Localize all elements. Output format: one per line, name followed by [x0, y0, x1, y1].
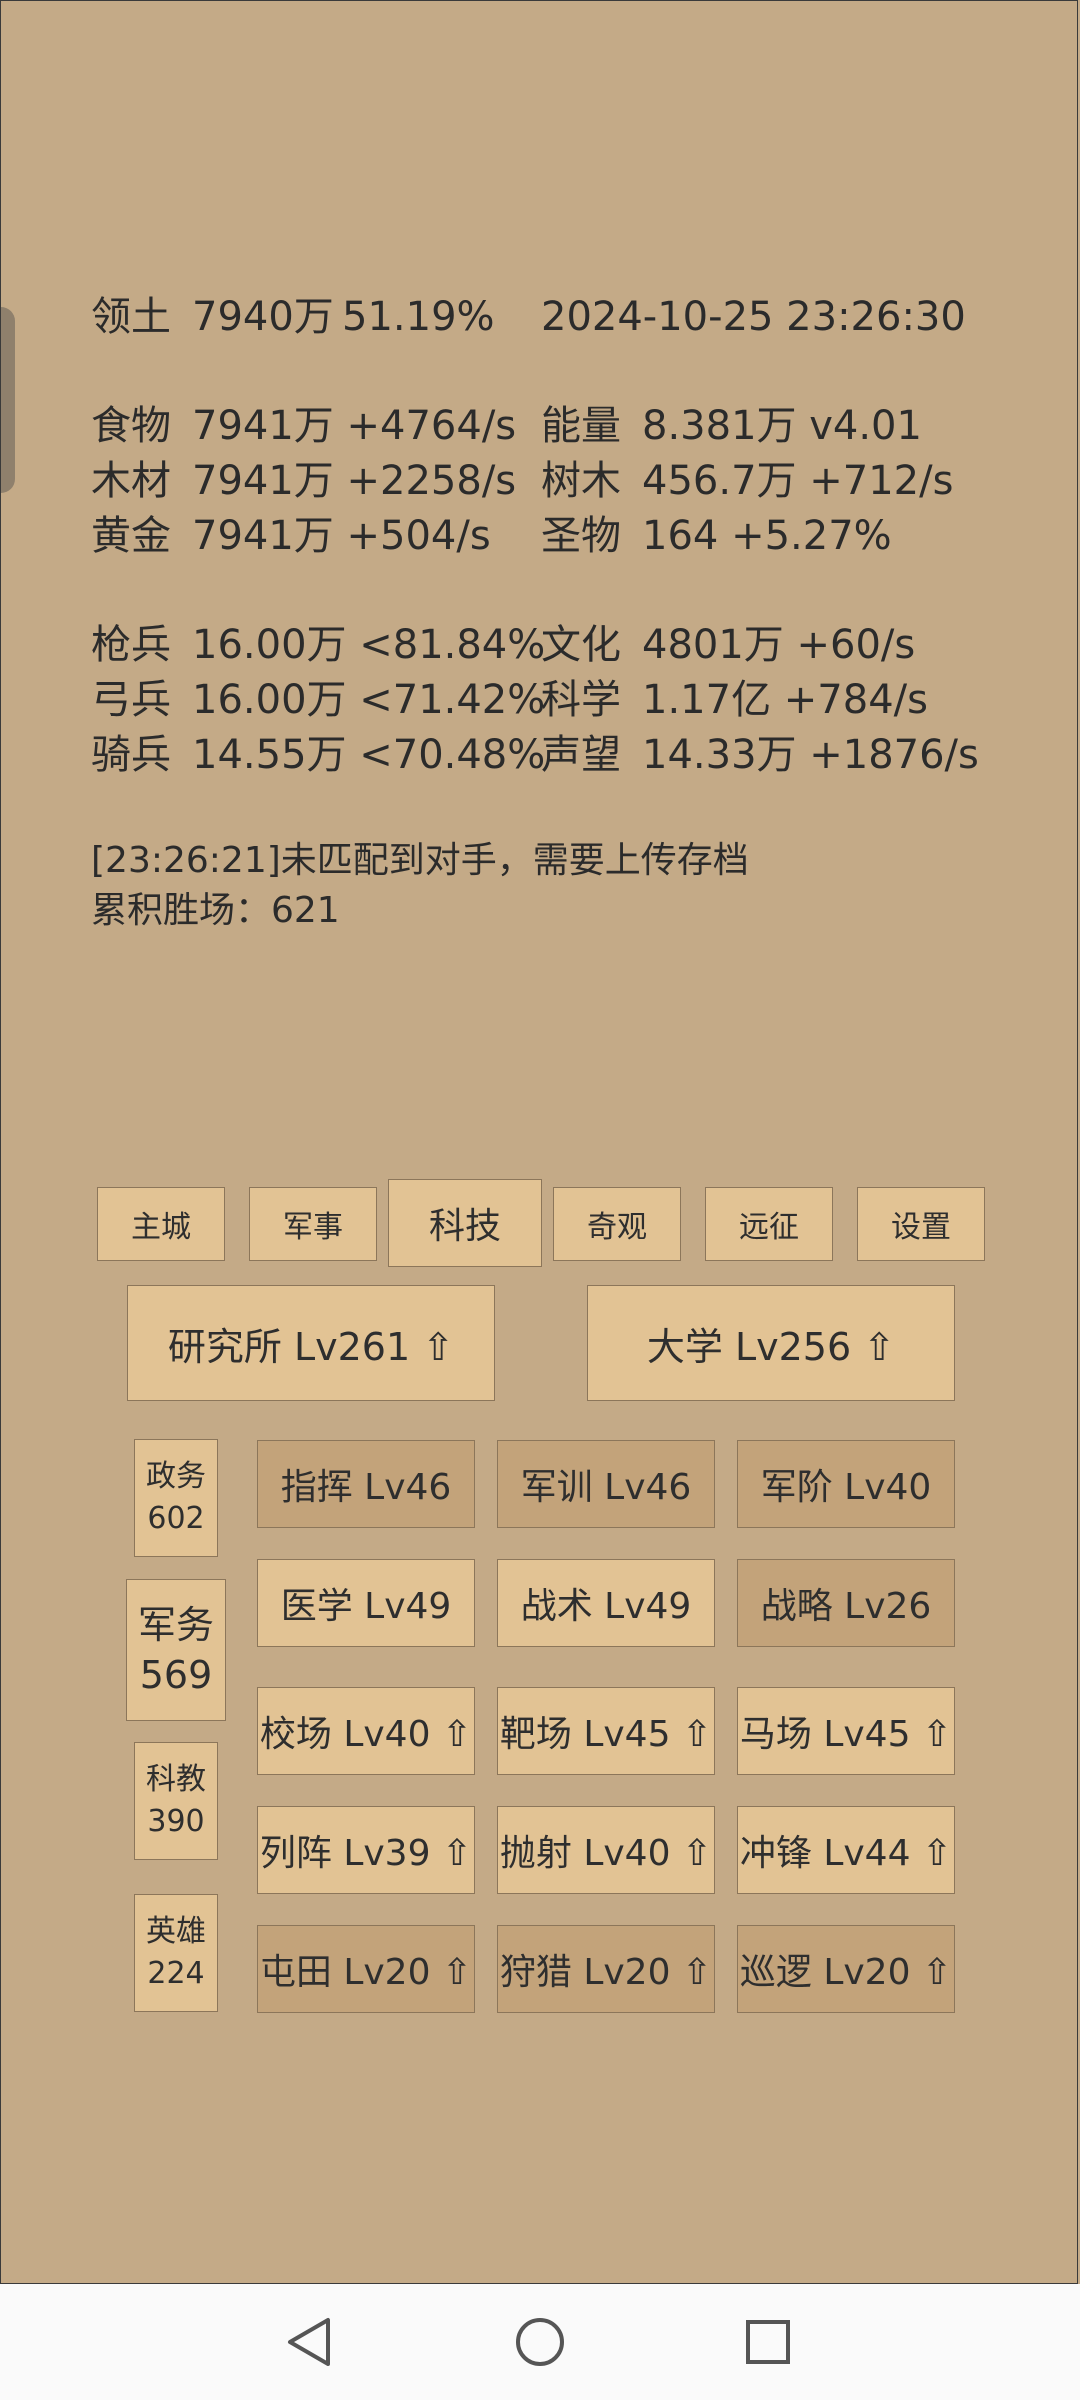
tech-projectile[interactable]: 抛射 Lv40 ⇧ [497, 1806, 715, 1894]
spearmen-label: 枪兵 [91, 622, 171, 668]
category-heroes[interactable]: 英雄 224 [134, 1894, 218, 2012]
tab-military[interactable]: 军事 [249, 1187, 377, 1261]
recents-icon[interactable] [728, 2284, 808, 2400]
science-value: 1.17亿 +784/s [642, 677, 928, 723]
culture-value: 4801万 +60/s [642, 622, 916, 668]
category-education-name: 科教 [146, 1762, 206, 1797]
spearmen-value: 16.00万 <81.84% [192, 622, 546, 668]
science-label: 科学 [541, 677, 621, 723]
tech-tactics[interactable]: 战术 Lv49 [497, 1559, 715, 1647]
category-politics[interactable]: 政务 602 [134, 1439, 218, 1557]
trees-value: 456.7万 +712/s [642, 458, 954, 504]
wood-value: 7941万 +2258/s [192, 458, 517, 504]
tab-wonders[interactable]: 奇观 [553, 1187, 681, 1261]
tab-technology[interactable]: 科技 [388, 1179, 542, 1267]
relics-value: 164 +5.27% [642, 513, 892, 559]
cavalry-value: 14.55万 <70.48% [192, 732, 546, 778]
gold-value: 7941万 +504/s [192, 513, 491, 559]
tab-main-city[interactable]: 主城 [97, 1187, 225, 1261]
category-education[interactable]: 科教 390 [134, 1742, 218, 1860]
category-military-affairs-value: 569 [139, 1653, 213, 1697]
relics-label: 圣物 [541, 513, 621, 559]
category-heroes-value: 224 [147, 1956, 205, 1991]
tech-formation[interactable]: 列阵 Lv39 ⇧ [257, 1806, 475, 1894]
log-message: [23:26:21]未匹配到对手，需要上传存档 [91, 840, 749, 881]
tech-shooting-range[interactable]: 靶场 Lv45 ⇧ [497, 1687, 715, 1775]
university-upgrade-button[interactable]: 大学 Lv256 ⇧ [587, 1285, 955, 1401]
culture-label: 文化 [541, 622, 621, 668]
prestige-value: 14.33万 +1876/s [642, 732, 979, 778]
food-value: 7941万 +4764/s [192, 403, 517, 449]
gold-label: 黄金 [91, 513, 171, 559]
institute-upgrade-button[interactable]: 研究所 Lv261 ⇧ [127, 1285, 495, 1401]
tab-settings[interactable]: 设置 [857, 1187, 985, 1261]
home-icon[interactable] [500, 2284, 580, 2400]
back-icon[interactable] [270, 2284, 350, 2400]
food-label: 食物 [91, 403, 171, 449]
category-politics-name: 政务 [146, 1459, 206, 1494]
category-education-value: 390 [147, 1804, 205, 1839]
tech-charge[interactable]: 冲锋 Lv44 ⇧ [737, 1806, 955, 1894]
system-navigation-bar [0, 2284, 1080, 2400]
territory-value: 7940万 [192, 294, 334, 340]
tech-military-rank[interactable]: 军阶 Lv40 [737, 1440, 955, 1528]
tech-patrol[interactable]: 巡逻 Lv20 ⇧ [737, 1925, 955, 2013]
archers-label: 弓兵 [91, 677, 171, 723]
category-heroes-name: 英雄 [146, 1914, 206, 1949]
tech-drill-ground[interactable]: 校场 Lv40 ⇧ [257, 1687, 475, 1775]
tech-hunting[interactable]: 狩猎 Lv20 ⇧ [497, 1925, 715, 2013]
category-military-affairs[interactable]: 军务 569 [126, 1579, 226, 1721]
side-drawer-handle[interactable] [1, 307, 15, 493]
tab-expedition[interactable]: 远征 [705, 1187, 833, 1261]
territory-label: 领土 [91, 294, 171, 340]
energy-value: 8.381万 v4.01 [642, 403, 922, 449]
tech-medicine[interactable]: 医学 Lv49 [257, 1559, 475, 1647]
tech-farming[interactable]: 屯田 Lv20 ⇧ [257, 1925, 475, 2013]
prestige-label: 声望 [541, 732, 621, 778]
tech-command[interactable]: 指挥 Lv46 [257, 1440, 475, 1528]
tech-stables[interactable]: 马场 Lv45 ⇧ [737, 1687, 955, 1775]
cavalry-label: 骑兵 [91, 732, 171, 778]
territory-percent: 51.19% [342, 294, 495, 340]
energy-label: 能量 [541, 403, 621, 449]
category-politics-value: 602 [147, 1501, 205, 1536]
tech-military-training[interactable]: 军训 Lv46 [497, 1440, 715, 1528]
trees-label: 树木 [541, 458, 621, 504]
archers-value: 16.00万 <71.42% [192, 677, 546, 723]
game-screen: 领土 7940万 51.19% 2024-10-25 23:26:30 食物 7… [0, 0, 1078, 2284]
tech-strategy[interactable]: 战略 Lv26 [737, 1559, 955, 1647]
win-count: 累积胜场：621 [91, 890, 340, 931]
datetime: 2024-10-25 23:26:30 [541, 294, 966, 340]
category-military-affairs-name: 军务 [137, 1603, 214, 1647]
wood-label: 木材 [91, 458, 171, 504]
